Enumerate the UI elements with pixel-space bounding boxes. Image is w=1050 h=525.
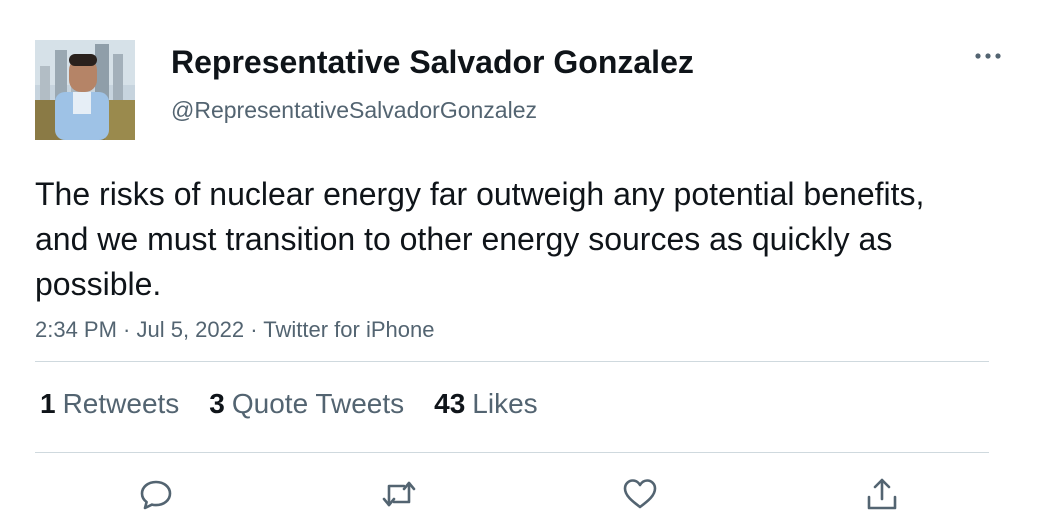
retweet-icon: [382, 481, 416, 507]
reply-bubble-icon: [140, 480, 172, 510]
share-icon: [867, 478, 897, 510]
author-handle[interactable]: @RepresentativeSalvadorGonzalez: [171, 97, 537, 124]
quote-tweets-label: Quote Tweets: [231, 388, 405, 419]
divider-bottom: [35, 452, 989, 453]
avatar[interactable]: [35, 40, 135, 140]
tweet-stats: 1 Retweets 3 Quote Tweets 43 Likes: [40, 388, 538, 420]
tweet-meta: 2:34 PM · Jul 5, 2022 · Twitter for iPho…: [35, 317, 435, 342]
divider-top: [35, 361, 989, 362]
quote-tweets-stat[interactable]: 3 Quote Tweets: [209, 388, 404, 420]
retweets-count: 1: [40, 388, 56, 419]
likes-count: 43: [434, 388, 466, 419]
likes-label: Likes: [472, 388, 538, 419]
retweets-label: Retweets: [62, 388, 180, 419]
author-display-name[interactable]: Representative Salvador Gonzalez: [171, 44, 694, 81]
avatar-photo: [35, 40, 135, 140]
more-options-button[interactable]: [972, 44, 1004, 68]
like-button[interactable]: [620, 474, 660, 514]
more-horizontal-icon: [975, 53, 1001, 59]
retweets-stat[interactable]: 1 Retweets: [40, 388, 179, 420]
reply-button[interactable]: [136, 474, 176, 514]
quote-tweets-count: 3: [209, 388, 225, 419]
tweet-text: The risks of nuclear energy far outweigh…: [35, 176, 925, 302]
heart-icon: [623, 479, 657, 509]
retweet-button[interactable]: [379, 474, 419, 514]
likes-stat[interactable]: 43 Likes: [434, 388, 538, 420]
share-button[interactable]: [862, 474, 902, 514]
